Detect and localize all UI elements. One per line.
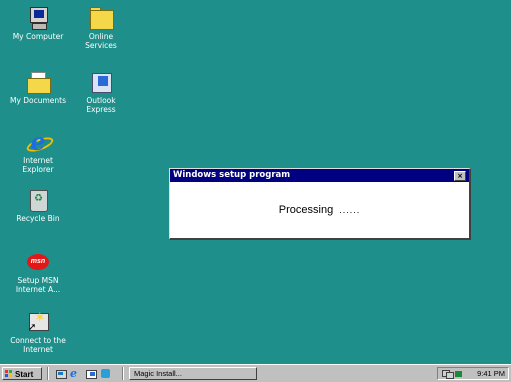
outlook-express-quicklaunch-icon[interactable] <box>85 368 97 379</box>
outlook-express-desktop-icon[interactable]: Outlook Express <box>67 70 135 114</box>
online-services-desktop-icon[interactable]: Online Services <box>67 6 135 50</box>
processing-dots: ...... <box>339 205 361 215</box>
desktop: My Computer Online Services My Documents… <box>0 0 511 364</box>
folder-icon <box>89 6 114 30</box>
my-documents-label: My Documents <box>9 96 67 105</box>
windows-logo-icon <box>5 370 13 378</box>
taskbar-separator <box>47 367 49 380</box>
taskbar-separator <box>122 367 124 380</box>
start-label: Start <box>15 370 34 379</box>
show-desktop-icon[interactable] <box>55 368 67 379</box>
computer-icon <box>26 6 50 30</box>
system-tray: 9:41 PM <box>437 367 509 380</box>
volume-tray-icon[interactable] <box>454 369 464 378</box>
internet-explorer-label: Internet Explorer <box>22 156 54 174</box>
dialog-titlebar[interactable]: Windows setup program × <box>170 169 469 182</box>
my-computer-desktop-icon[interactable]: My Computer <box>4 6 72 41</box>
internet-explorer-desktop-icon[interactable]: e Internet Explorer <box>4 130 72 174</box>
connect-internet-desktop-icon[interactable]: ✶ ➚ Connect to the Internet <box>4 310 72 354</box>
my-documents-desktop-icon[interactable]: My Documents <box>4 70 72 105</box>
magic-install-task-button[interactable]: Magic Install... <box>129 367 257 380</box>
close-button[interactable]: × <box>454 171 466 181</box>
dialog-title: Windows setup program <box>173 170 291 180</box>
outlook-express-icon <box>89 70 113 94</box>
recycle-bin-desktop-icon[interactable]: ♻ Recycle Bin <box>4 188 72 223</box>
taskbar: Start e Magic Install... 9:41 PM <box>0 364 511 382</box>
documents-folder-icon <box>26 70 51 94</box>
recycle-bin-icon: ♻ <box>26 188 50 212</box>
connect-wizard-icon: ✶ ➚ <box>26 310 50 334</box>
channels-quicklaunch-icon[interactable] <box>100 368 111 379</box>
recycle-bin-label: Recycle Bin <box>16 214 60 223</box>
internet-explorer-quicklaunch-icon[interactable]: e <box>70 368 81 379</box>
clock: 9:41 PM <box>477 369 505 378</box>
internet-explorer-icon: e <box>24 130 56 155</box>
online-services-label: Online Services <box>85 32 117 50</box>
msn-icon: msn <box>26 250 50 274</box>
setup-dialog: Windows setup program × Processing .....… <box>169 168 471 240</box>
dialog-body: Processing ...... <box>170 182 469 238</box>
setup-msn-desktop-icon[interactable]: msn Setup MSN Internet A... <box>4 250 72 294</box>
processing-message: Processing <box>278 204 334 216</box>
connect-internet-label: Connect to the Internet <box>10 336 66 354</box>
network-tray-icon[interactable] <box>442 369 454 379</box>
my-computer-label: My Computer <box>12 32 64 41</box>
start-button[interactable]: Start <box>2 367 42 380</box>
setup-msn-label: Setup MSN Internet A... <box>15 276 61 294</box>
outlook-express-label: Outlook Express <box>86 96 116 114</box>
task-button-label: Magic Install... <box>134 369 182 378</box>
